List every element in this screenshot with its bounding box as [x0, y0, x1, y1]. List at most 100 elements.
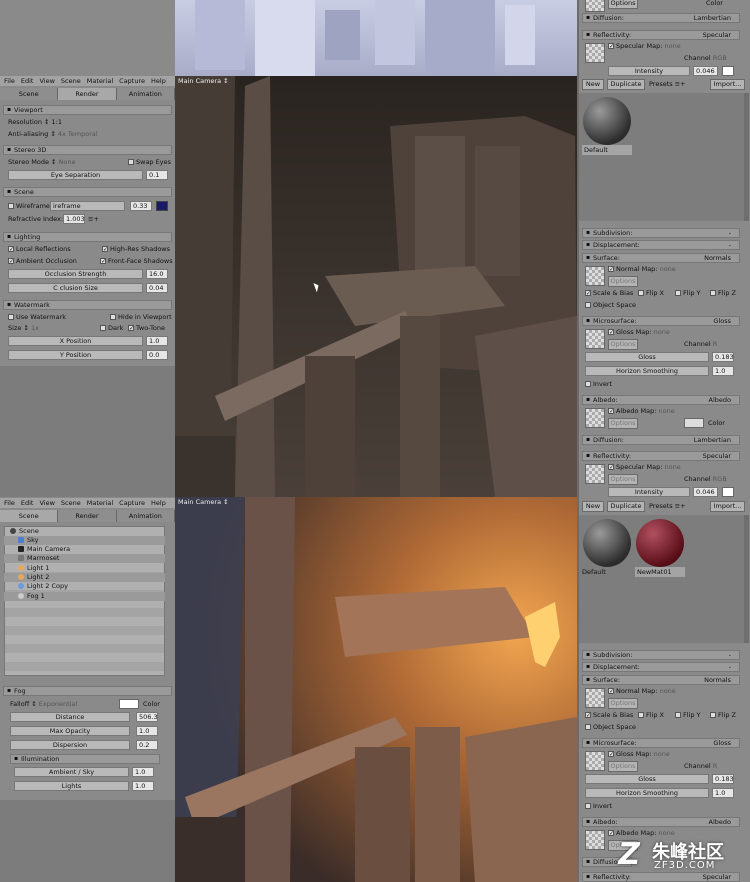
p2-lights-value[interactable]: 1.0 [132, 781, 154, 791]
p2-fog-color-swatch[interactable] [119, 699, 139, 709]
p1-occ-strength-value[interactable]: 16.0 [146, 269, 168, 279]
tree-item-marmoset[interactable]: Marmoset [4, 554, 165, 563]
p1-lighting-header[interactable]: Lighting [3, 232, 172, 242]
p2-menu-file[interactable]: File [4, 499, 15, 507]
p1-material-default-label[interactable]: Default [582, 145, 632, 155]
p1-gloss-value[interactable]: 0.183 [712, 352, 734, 362]
p1-wire-value[interactable]: 0.33 [130, 201, 152, 211]
p1-menu-file[interactable]: File [4, 77, 15, 85]
p1-dark-check[interactable]: Dark [100, 323, 123, 333]
p2-menu-scene[interactable]: Scene [61, 499, 81, 507]
p1-refr-value[interactable]: 1.003 [63, 214, 85, 224]
p2-scale-bias[interactable]: ✓ Scale & Bias [585, 710, 633, 720]
p1-diffusion[interactable]: Diffusion:Lambertian [582, 435, 740, 445]
p1-gloss-options-button[interactable]: Options [608, 339, 638, 350]
top-specular-map-thumb[interactable] [585, 43, 605, 63]
p1-flipx[interactable]: Flip X [638, 288, 664, 298]
p1-resolution[interactable]: Resolution ↕ 1:1 [8, 117, 62, 127]
p1-gloss-map-thumb[interactable] [585, 329, 605, 349]
p2-duplicate-button[interactable]: Duplicate [607, 501, 645, 512]
p2-invert[interactable]: Invert [585, 801, 612, 811]
p1-material-default-sphere[interactable] [583, 97, 631, 145]
p2-distance-slider[interactable]: Distance [10, 712, 130, 722]
p1-twotone-check[interactable]: ✓ Two-Tone [128, 323, 165, 333]
p2-flipy[interactable]: Flip Y [675, 710, 701, 720]
p2-microsurface[interactable]: Microsurface:Gloss [582, 738, 740, 748]
p1-gloss-slider[interactable]: Gloss [585, 352, 709, 362]
tree-item-sky[interactable]: Sky [4, 536, 165, 545]
p2-dispersion-value[interactable]: 0.2 [136, 740, 158, 750]
p1-menu-view[interactable]: View [39, 77, 54, 85]
p1-intensity-value[interactable]: 0.046 [693, 487, 718, 497]
p2-flipx[interactable]: Flip X [638, 710, 664, 720]
p1-tab-scene[interactable]: Scene [0, 88, 59, 100]
p2-surface[interactable]: Surface:Normals [582, 675, 740, 685]
p1-horizon-value[interactable]: 1.0 [712, 366, 734, 376]
p1-ambient-occlusion[interactable]: ✓ Ambient Occlusion [8, 256, 77, 266]
p1-tab-animation[interactable]: Animation [116, 88, 175, 100]
p1-scale-bias[interactable]: ✓ Scale & Bias [585, 288, 633, 298]
p1-xpos-slider[interactable]: X Position [8, 336, 143, 346]
p2-lights-slider[interactable]: Lights [14, 781, 129, 791]
p2-subdivision[interactable]: Subdivision:- [582, 650, 740, 660]
top-color-swatch[interactable] [722, 66, 734, 76]
top-viewport[interactable] [175, 0, 577, 76]
p1-albedo[interactable]: Albedo:Albedo [582, 395, 740, 405]
p1-normal-map-thumb[interactable] [585, 266, 605, 286]
p2-gloss-channel[interactable]: Channel R [684, 761, 717, 771]
p2-menu-view[interactable]: View [39, 499, 54, 507]
p2-viewport[interactable]: Main Camera ↕ [175, 497, 577, 882]
p2-albedo[interactable]: Albedo:Albedo [582, 817, 740, 827]
p1-menu-material[interactable]: Material [87, 77, 113, 85]
p2-material-default-sphere[interactable] [583, 519, 631, 567]
p1-albedo-options-button[interactable]: Options [608, 418, 638, 429]
p1-hires-shadows[interactable]: ✓ High-Res Shadows [102, 244, 170, 254]
p2-gloss-value[interactable]: 0.183 [712, 774, 734, 784]
p2-illumination-header[interactable]: Illumination [10, 754, 160, 764]
p2-tab-scene[interactable]: Scene [0, 510, 59, 522]
p2-material-default-label[interactable]: Default [582, 567, 632, 577]
p2-viewport-camera-label[interactable]: Main Camera ↕ [178, 497, 229, 507]
p1-scene-header[interactable]: Scene [3, 187, 172, 197]
tree-item-light2[interactable]: Light 2 [4, 573, 165, 582]
p1-refr-extra[interactable]: ≡+ [88, 214, 99, 224]
p1-eye-separation-slider[interactable]: Eye Separation [8, 170, 143, 180]
p2-gloss-map-thumb[interactable] [585, 751, 605, 771]
p1-surface[interactable]: Surface:Normals [582, 253, 740, 263]
top-specular-thumb[interactable] [585, 0, 605, 12]
top-intensity-value[interactable]: 0.046 [693, 66, 718, 76]
tree-item-light1[interactable]: Light 1 [4, 564, 165, 573]
p1-menu-capture[interactable]: Capture [119, 77, 145, 85]
p1-displacement[interactable]: Displacement:- [582, 240, 740, 250]
p1-object-space[interactable]: Object Space [585, 300, 636, 310]
p1-gloss-channel[interactable]: Channel R [684, 339, 717, 349]
p2-import-button[interactable]: Import... [710, 501, 745, 512]
p2-fog-header[interactable]: Fog [3, 686, 172, 696]
p1-new-button[interactable]: New [582, 79, 604, 90]
tree-item-scene[interactable]: Scene [4, 527, 165, 536]
p2-ambient-slider[interactable]: Ambient / Sky [14, 767, 129, 777]
p1-albedo-color-swatch[interactable] [684, 418, 704, 428]
p1-hide-viewport[interactable]: Hide in Viewport [110, 312, 172, 322]
p1-horizon-slider[interactable]: Horizon Smoothing [585, 366, 709, 376]
p1-albedo-map-thumb[interactable] [585, 408, 605, 428]
p1-invert[interactable]: Invert [585, 379, 612, 389]
p2-horizon-slider[interactable]: Horizon Smoothing [585, 788, 709, 798]
p1-subdivision[interactable]: Subdivision:- [582, 228, 740, 238]
p1-normal-options-button[interactable]: Options [608, 276, 638, 287]
top-intensity-slider[interactable]: Intensity [608, 66, 690, 76]
p1-antialias[interactable]: Anti-aliasing ↕ 4x Temporal [8, 129, 98, 139]
p1-flipz[interactable]: Flip Z [710, 288, 736, 298]
p1-tab-render[interactable]: Render [58, 88, 117, 100]
p1-specular-channel[interactable]: Channel RGB [684, 474, 727, 484]
p1-microsurface[interactable]: Microsurface:Gloss [582, 316, 740, 326]
p2-menu-capture[interactable]: Capture [119, 499, 145, 507]
p1-specular-options-button[interactable]: Options [608, 474, 638, 485]
p1-watermark-header[interactable]: Watermark [3, 300, 172, 310]
p1-intensity-slider[interactable]: Intensity [608, 487, 690, 497]
p1-viewport-header[interactable]: Viewport [3, 105, 172, 115]
tree-item-light2-copy[interactable]: Light 2 Copy [4, 582, 165, 591]
p1-intensity-color-swatch[interactable] [722, 487, 734, 497]
p1-ypos-value[interactable]: 0.0 [146, 350, 168, 360]
top-options-button[interactable]: Options [608, 0, 638, 9]
